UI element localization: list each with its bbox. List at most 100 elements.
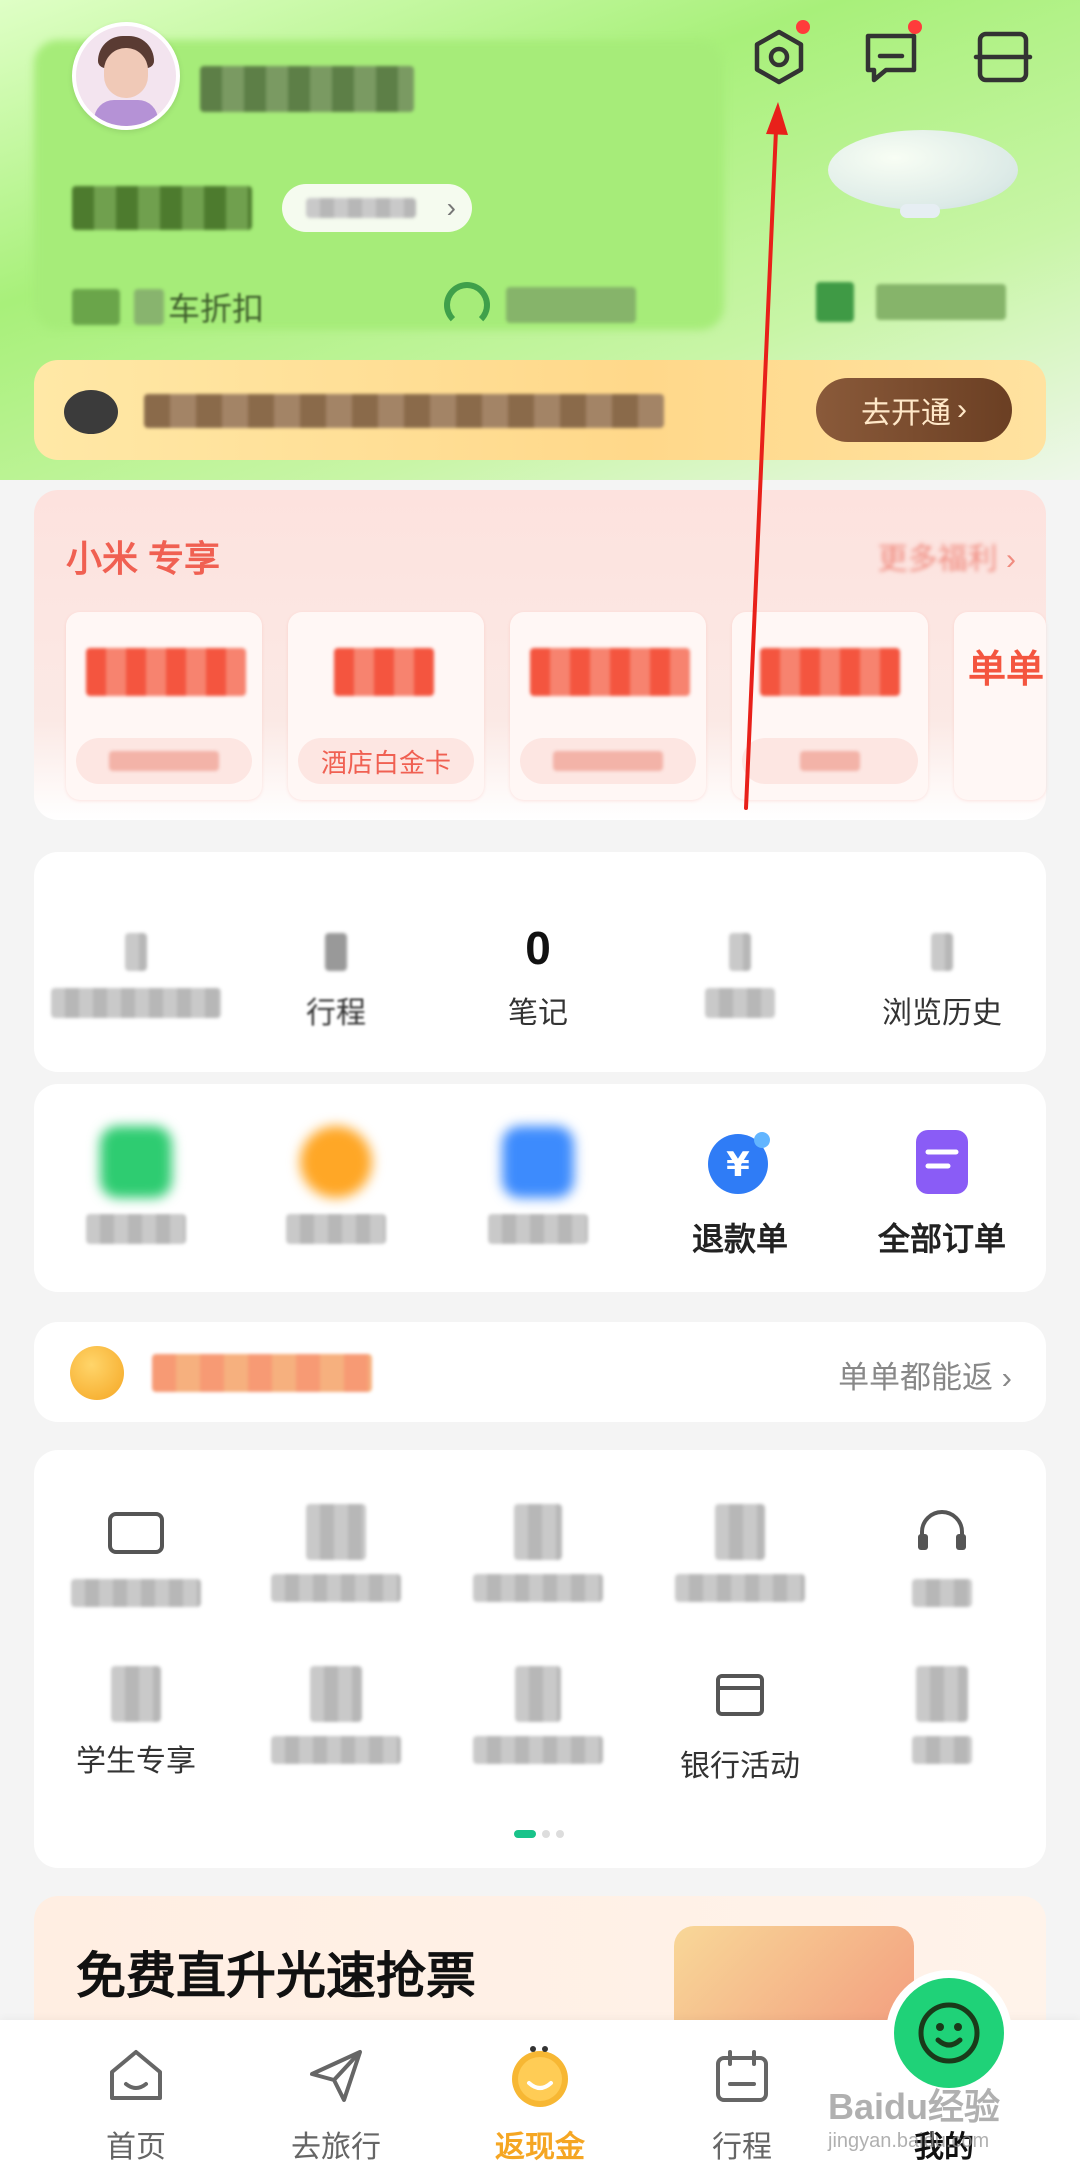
order-label (236, 1214, 436, 1258)
tool-1[interactable] (36, 1504, 236, 1619)
paper-plane-icon (310, 2050, 362, 2102)
coupon-sub (742, 738, 918, 784)
gauge-icon (444, 282, 490, 328)
order-label (438, 1214, 638, 1258)
quick-link-3[interactable] (816, 282, 1006, 322)
coupon-3[interactable] (510, 612, 706, 800)
home-icon (110, 2050, 162, 2100)
ticket-banner-title: 免费直升光速抢票 (76, 1948, 476, 2004)
promo-more-link[interactable]: 更多福利 › (878, 534, 1016, 578)
order-review[interactable] (438, 1126, 638, 1258)
username[interactable] (200, 66, 414, 112)
member-tag[interactable]: › (282, 184, 472, 232)
vip-text (144, 394, 664, 428)
scan-button[interactable] (972, 26, 1034, 88)
tab-label: 首页 (106, 2131, 166, 2164)
tool-student[interactable]: 学生专享 (36, 1666, 236, 1778)
quick-link-car-discount[interactable]: 车折扣 (72, 284, 264, 330)
vip-open-label: 去开通 (861, 397, 951, 430)
quick-link-2[interactable] (444, 282, 636, 328)
cashback-card[interactable]: 单单都能返 › (34, 1322, 1046, 1422)
vip-bar[interactable]: 去开通 › (34, 360, 1046, 460)
stat-label: 浏览历史 (882, 997, 1002, 1030)
blimp-gondola (900, 204, 940, 218)
quick-link-label: 车折扣 (168, 291, 265, 327)
coupon-2[interactable]: 酒店白金卡 (288, 612, 484, 800)
xiaomi-promo-card: 小米 专享 更多福利 › 酒店白金卡 单单 (34, 490, 1046, 820)
cashback-text (152, 1354, 372, 1392)
pager-dots (514, 1830, 564, 1838)
order-label (36, 1214, 236, 1258)
tool-bank[interactable]: 银行活动 (640, 1666, 840, 1783)
coupon-1[interactable] (66, 612, 262, 800)
tool-label: 学生专享 (76, 1745, 196, 1778)
headset-icon (918, 1510, 966, 1550)
calendar-icon (716, 2050, 768, 2102)
tool-7[interactable] (236, 1666, 436, 1776)
tool-10[interactable] (842, 1666, 1042, 1776)
coupon-sub: 酒店白金卡 (298, 738, 474, 784)
tool-8[interactable] (438, 1666, 638, 1776)
coupon-4[interactable] (732, 612, 928, 800)
blimp-decoration (828, 130, 1018, 210)
profile-smile-icon (894, 1978, 1004, 2088)
gift-icon (916, 1666, 968, 1722)
baidu-watermark: Baidu经验 jingyan.baidu.com (828, 2086, 1001, 2152)
tool-label: 银行活动 (680, 1750, 800, 1783)
order-label: 退款单 (691, 1221, 788, 1257)
stat-1[interactable] (36, 920, 236, 1028)
avatar[interactable] (72, 22, 180, 130)
scan-icon (973, 31, 1033, 83)
promo-title: 小米 专享 (66, 538, 221, 579)
message-icon (865, 33, 917, 83)
tool-2[interactable] (236, 1504, 436, 1614)
document-icon (514, 1504, 562, 1560)
stat-trips[interactable]: 行程 (236, 920, 436, 1030)
coin-orange-icon (300, 1126, 372, 1198)
chevron-right-icon: › (957, 393, 967, 426)
coupon-amount: 单单 (968, 649, 1045, 691)
person-icon (715, 1504, 765, 1560)
stat-4[interactable] (640, 920, 840, 1028)
coupon-sub (520, 738, 696, 784)
settings-icon (754, 29, 804, 85)
svg-text:¥: ¥ (726, 1145, 750, 1185)
settings-button[interactable] (748, 20, 810, 88)
cashback-smile-icon (512, 2046, 568, 2107)
tab-travel[interactable]: 去旅行 (236, 2038, 436, 2166)
bag-icon (515, 1666, 561, 1722)
bank-icon (716, 1674, 764, 1716)
member-level[interactable] (72, 186, 252, 230)
cashback-more-link[interactable]: 单单都能返 › (838, 1352, 1012, 1397)
tab-itinerary[interactable]: 行程 (642, 2038, 842, 2166)
tool-3[interactable] (438, 1504, 638, 1614)
tool-4[interactable] (640, 1504, 840, 1614)
lamp-icon (310, 1666, 362, 1722)
tab-label: 行程 (712, 2131, 772, 2164)
wallet-icon (306, 1504, 366, 1560)
order-label: 全部订单 (877, 1221, 1006, 1257)
tools-card: 学生专享 银行活动 (34, 1450, 1046, 1868)
tab-cashback[interactable]: 返现金 (440, 2038, 640, 2166)
stats-card: 行程 0 笔记 浏览历史 (34, 852, 1046, 1072)
messages-button[interactable] (860, 20, 922, 88)
tool-5[interactable] (842, 1504, 1042, 1619)
coupon-5[interactable]: 单单 (954, 612, 1046, 800)
yuan-refund-icon: ¥ (708, 1132, 770, 1194)
student-icon (111, 1666, 161, 1722)
stat-notes[interactable]: 0 笔记 (438, 920, 638, 1030)
messages-badge (908, 20, 922, 34)
tab-label: 返现金 (495, 2131, 585, 2164)
vip-open-button[interactable]: 去开通 › (816, 378, 1012, 442)
ticket-green-icon (100, 1126, 172, 1198)
tab-home[interactable]: 首页 (36, 2038, 236, 2166)
order-all[interactable]: 全部订单 (842, 1126, 1042, 1258)
card-icon (108, 1512, 164, 1554)
order-2[interactable] (236, 1126, 436, 1258)
order-pending-trip[interactable] (36, 1126, 236, 1258)
order-refund[interactable]: ¥ 退款单 (640, 1126, 840, 1258)
settings-badge (796, 20, 810, 34)
stat-history[interactable]: 浏览历史 (842, 920, 1042, 1030)
stat-label: 笔记 (508, 997, 568, 1030)
tab-label: 去旅行 (291, 2131, 381, 2164)
